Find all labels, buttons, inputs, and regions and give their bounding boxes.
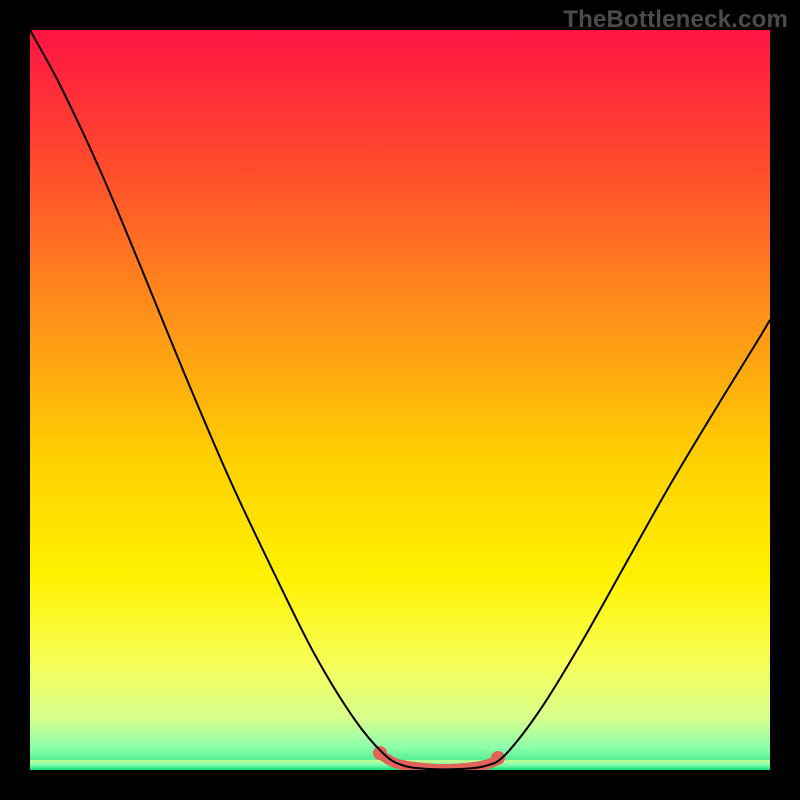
chart-frame: TheBottleneck.com xyxy=(0,0,800,800)
watermark-text: TheBottleneck.com xyxy=(563,6,788,34)
gradient-background xyxy=(30,30,770,770)
bottleneck-chart xyxy=(0,0,800,800)
